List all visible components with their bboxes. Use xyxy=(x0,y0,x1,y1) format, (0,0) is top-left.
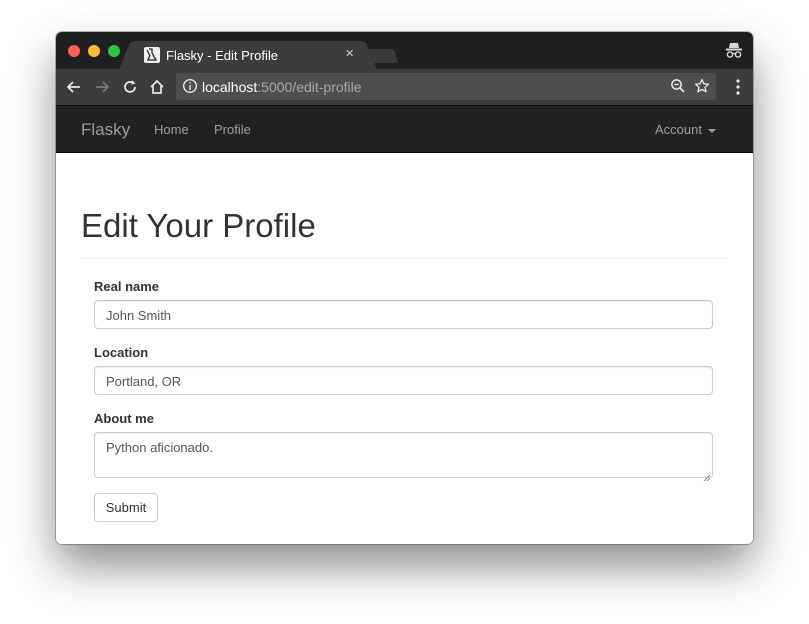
page-title: Edit Your Profile xyxy=(81,207,316,244)
reload-icon[interactable] xyxy=(121,78,139,96)
new-tab-button[interactable] xyxy=(367,49,399,63)
browser-window: Flasky - Edit Profile × localhost:5000/e… xyxy=(56,32,753,544)
location-input[interactable]: Portland, OR xyxy=(94,366,713,395)
nav-link-home[interactable]: Home xyxy=(154,122,189,137)
account-label: Account xyxy=(655,122,702,137)
caret-down-icon xyxy=(707,128,716,133)
tab-edit-profile[interactable]: Flasky - Edit Profile × xyxy=(132,41,364,69)
home-icon[interactable] xyxy=(148,78,166,96)
tab-strip: Flasky - Edit Profile × xyxy=(56,32,753,69)
site-navbar: Flasky Home Profile Account xyxy=(56,106,753,153)
zoom-icon[interactable] xyxy=(670,78,686,94)
real-name-label: Real name xyxy=(94,279,160,294)
forward-icon[interactable] xyxy=(93,78,111,96)
minimize-window-button[interactable] xyxy=(88,45,100,57)
about-me-textarea[interactable]: Python aficionado. xyxy=(94,432,713,482)
star-icon[interactable] xyxy=(694,78,710,94)
account-dropdown[interactable]: Account xyxy=(655,122,716,137)
browser-toolbar: localhost:5000/edit-profile xyxy=(56,69,753,106)
url-text: localhost:5000/edit-profile xyxy=(202,79,362,95)
maximize-window-button[interactable] xyxy=(108,45,120,57)
back-icon[interactable] xyxy=(65,78,83,96)
close-icon[interactable]: × xyxy=(345,46,354,62)
submit-button[interactable]: Submit xyxy=(94,493,158,522)
header-divider xyxy=(81,258,728,259)
page-content: Flasky Home Profile Account Edit Your Pr… xyxy=(56,106,753,544)
info-icon[interactable] xyxy=(182,78,198,94)
about-me-label: About me xyxy=(94,411,154,426)
navbar-brand[interactable]: Flasky xyxy=(81,120,130,140)
close-window-button[interactable] xyxy=(68,45,80,57)
real-name-input[interactable]: John Smith xyxy=(94,300,713,329)
url-path: :5000/edit-profile xyxy=(257,79,362,95)
resize-handle-icon[interactable] xyxy=(703,468,711,482)
about-me-text: Python aficionado. xyxy=(106,440,213,455)
incognito-icon xyxy=(725,41,743,59)
flask-favicon-icon xyxy=(144,47,160,63)
url-host: localhost xyxy=(202,79,258,95)
menu-dots-icon[interactable] xyxy=(735,78,741,96)
nav-link-profile[interactable]: Profile xyxy=(214,122,251,137)
address-bar[interactable]: localhost:5000/edit-profile xyxy=(176,73,716,100)
location-label: Location xyxy=(94,345,149,360)
tab-title: Flasky - Edit Profile xyxy=(166,48,278,63)
